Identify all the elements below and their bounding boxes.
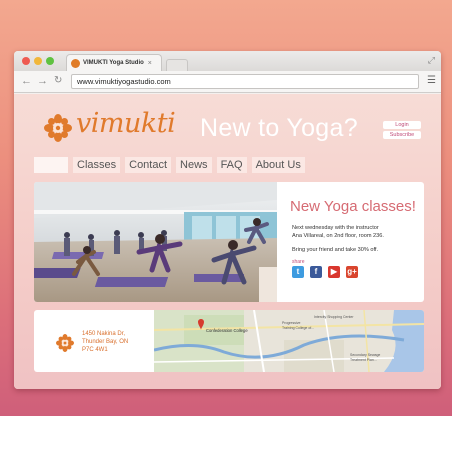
close-window-button[interactable] xyxy=(22,57,30,65)
title-bar: VIMUKTI Yoga Studio × ⤢ xyxy=(14,51,441,71)
logo-text[interactable]: vimukti xyxy=(76,108,176,139)
nav-item-contact[interactable]: Contact xyxy=(125,157,172,173)
main-nav: Classes Contact News FAQ About Us xyxy=(34,157,305,174)
maximize-window-button[interactable] xyxy=(46,57,54,65)
browser-tab[interactable]: VIMUKTI Yoga Studio × xyxy=(66,54,162,71)
nav-item-about-us[interactable]: About Us xyxy=(251,157,305,173)
map-label-sewage: Secondary Sewage xyxy=(350,353,380,357)
address-bar[interactable]: www.vimuktiyogastudio.com xyxy=(71,74,419,89)
promo-card: New Yoga classes! Next wednesday with th… xyxy=(34,182,424,302)
fullscreen-icon[interactable]: ⤢ xyxy=(428,55,435,66)
share-label: share xyxy=(292,259,305,265)
subscribe-link[interactable]: Subscribe xyxy=(383,131,421,139)
map-label-treatment: Treatment Plan... xyxy=(350,358,377,362)
back-icon[interactable]: ← xyxy=(21,75,32,87)
nav-item-classes[interactable]: Classes xyxy=(73,157,121,173)
login-link[interactable]: Login xyxy=(383,121,421,129)
yoga-class-photo xyxy=(34,182,277,302)
web-page: vimukti New to Yoga? Login Subscribe Cla… xyxy=(14,94,441,389)
location-card: 1450 Nakina Dr, Thunder Bay, ON P7C 4W1 … xyxy=(34,310,424,372)
nav-item-home[interactable] xyxy=(34,157,68,173)
tab-title: VIMUKTI Yoga Studio xyxy=(83,60,144,66)
favicon-icon xyxy=(71,58,80,68)
location-map[interactable]: Confederation College Progressive Traini… xyxy=(154,310,424,372)
promo-line-3: Bring your friend and take 30% off. xyxy=(292,247,379,253)
map-label-college: Confederation College xyxy=(206,328,248,333)
forward-icon[interactable]: → xyxy=(37,75,48,87)
promo-line-2: Ana Villareal, on 2nd floor, room 236. xyxy=(292,233,384,239)
tab-close-icon[interactable]: × xyxy=(148,60,152,67)
promo-text: New Yoga classes! Next wednesday with th… xyxy=(280,182,424,302)
minimize-window-button[interactable] xyxy=(34,57,42,65)
address-line-1: 1450 Nakina Dr, xyxy=(82,331,126,337)
new-tab-button[interactable] xyxy=(166,59,188,71)
map-label-progressive: Progressive xyxy=(282,321,301,325)
browser-toolbar: ← → ↻ www.vimuktiyogastudio.com ☰ xyxy=(14,71,441,93)
hero-title: New to Yoga? xyxy=(200,114,358,142)
twitter-icon[interactable]: t xyxy=(292,266,304,278)
google-plus-icon[interactable]: g+ xyxy=(346,266,358,278)
browser-window: VIMUKTI Yoga Studio × ⤢ ← → ↻ www.vimukt… xyxy=(14,51,441,389)
nav-item-news[interactable]: News xyxy=(176,157,212,173)
reload-icon[interactable]: ↻ xyxy=(54,75,62,87)
address: 1450 Nakina Dr, Thunder Bay, ON P7C 4W1 xyxy=(82,330,128,354)
map-label-shopping: Intercity Shopping Center xyxy=(314,315,354,319)
menu-icon[interactable]: ☰ xyxy=(427,75,436,87)
nav-item-faq[interactable]: FAQ xyxy=(216,157,247,173)
youtube-icon[interactable]: ▶ xyxy=(328,266,340,278)
map-label-training: Training College of... xyxy=(282,326,314,330)
address-line-2: Thunder Bay, ON xyxy=(82,339,129,345)
promo-line-1: Next wednesday with the instructor xyxy=(292,225,379,231)
facebook-icon[interactable]: f xyxy=(310,266,322,278)
address-line-3: P7C 4W1 xyxy=(82,347,108,353)
vimukti-logo-icon xyxy=(44,114,72,142)
vimukti-logo-small-icon xyxy=(56,334,74,352)
auth-links: Login Subscribe xyxy=(383,121,421,141)
promo-title: New Yoga classes! xyxy=(290,198,416,215)
